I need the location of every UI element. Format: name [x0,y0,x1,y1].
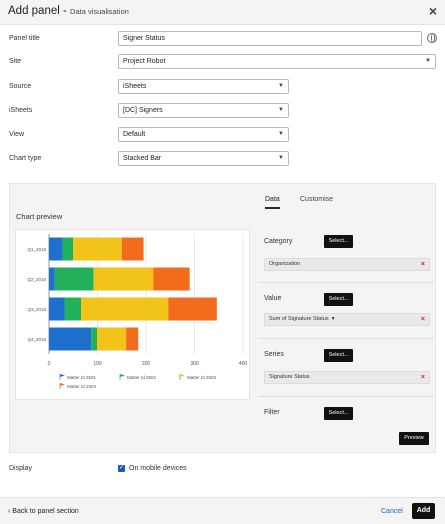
chevron-down-icon: ▼ [278,155,284,161]
bar-segment [54,267,94,291]
tab-data[interactable]: Data [265,196,280,209]
source-value: iSheets [123,83,147,90]
back-link[interactable]: ‹ Back to panel section [8,508,79,515]
bar-segment [91,327,98,351]
chevron-down-icon: ▼ [278,131,284,137]
close-icon[interactable]: × [429,4,437,18]
bar-segment [49,297,65,321]
series-chip: Signature Status × [264,371,430,384]
dialog-title-separator: - [59,5,71,17]
preview-button[interactable]: Preview [399,432,429,445]
chart-preview-title: Chart preview [16,212,63,221]
legend-label: Matter Id 2502 [127,375,157,380]
chart-container: 0 100 200 300 400 Q1_2016 Q2_2016 Q3_2016 Q4_201… [15,229,250,400]
view-label: View [9,131,25,138]
back-link-label: Back to panel section [12,508,79,515]
x-tick-label: 100 [93,361,102,367]
legend-label: Matter Id 2504 [67,384,97,389]
isheets-label: iSheets [9,107,33,114]
bar-segment [62,237,74,261]
globe-icon[interactable] [427,33,437,43]
panel-title-input[interactable]: Signer Status [118,31,422,46]
legend-flag-icon [60,374,65,377]
view-value: Default [123,131,146,138]
mobile-devices-checkbox[interactable]: ✓ [118,465,125,472]
remove-icon[interactable]: × [421,314,425,325]
y-tick-label: Q2_2016 [27,277,46,282]
panel-title-value: Signer Status [123,35,166,42]
display-label: Display [9,465,32,472]
bar-segment [49,267,55,291]
chart-type-label: Chart type [9,155,42,162]
cancel-button[interactable]: Cancel [381,508,403,515]
category-label: Category [264,238,293,245]
x-tick-label: 0 [48,361,51,367]
add-button[interactable]: Add [412,503,435,519]
chevron-down-icon: ▼ [425,58,431,64]
isheets-select[interactable]: [DC] Signers ▼ [118,103,289,118]
dialog-title-text: Add panel [8,5,60,17]
chart-type-select[interactable]: Stacked Bar ▼ [118,151,289,166]
bar-segment [168,297,217,321]
bar-segment [153,267,190,291]
chevron-down-icon: ▼ [278,83,284,89]
bar-segment [81,297,169,321]
y-tick-label: Q3_2016 [27,307,46,312]
site-label: Site [9,58,22,65]
stacked-bar-chart: 0 100 200 300 400 Q1_2016 Q2_2016 Q3_2016 Q4_201… [27,234,248,389]
chevron-down-icon: ▼ [278,107,284,113]
value-chip[interactable]: Sum of Signature Status ▼ × [264,313,430,326]
bar-segment [49,237,63,261]
tab-customise[interactable]: Customise [300,196,333,203]
x-tick-label: 200 [142,361,151,367]
dialog-subtitle: Data visualisation [70,7,129,16]
value-label: Value [264,295,282,302]
bar-segment [121,237,144,261]
legend-label: Matter Id 2501 [67,375,97,380]
chart-type-value: Stacked Bar [123,155,162,162]
remove-icon[interactable]: × [421,372,425,383]
chevron-down-icon: ▼ [330,316,336,322]
filter-select-button[interactable]: Select... [324,407,353,420]
bar-segment [126,327,139,351]
dialog-header: Add panel - Data visualisation × [0,0,445,25]
bar-segment [73,237,122,261]
category-select-button[interactable]: Select... [324,235,353,248]
series-label: Series [264,351,284,358]
panel-title-label: Panel title [9,35,40,42]
filter-label: Filter [264,409,280,416]
site-select[interactable]: Project Robot ▼ [118,54,436,69]
source-label: Source [9,83,32,90]
legend-flag-icon [60,383,65,386]
divider [258,338,434,339]
dialog-title: Add panel - Data visualisation [8,5,129,17]
legend-flag-icon [180,374,185,377]
site-value: Project Robot [123,58,166,65]
bar-segment [97,327,127,351]
legend-flag-icon [120,374,125,377]
value-chip-label: Sum of Signature Status [269,316,329,322]
bar-segment [49,327,92,351]
isheets-value: [DC] Signers [123,107,163,114]
view-select[interactable]: Default ▼ [118,127,289,142]
dialog-footer: ‹ Back to panel section Cancel Add [0,497,445,524]
bar-segment [93,267,154,291]
legend-label: Matter Id 2503 [187,375,217,380]
series-chip-label: Signature Status [269,374,310,380]
y-tick-label: Q4_2016 [27,337,46,342]
category-chip: Organization × [264,258,430,271]
mobile-devices-label: On mobile devices [129,465,187,472]
divider [258,396,434,397]
source-select[interactable]: iSheets ▼ [118,79,289,94]
category-chip-label: Organization [269,261,301,267]
remove-icon[interactable]: × [421,259,425,270]
series-select-button[interactable]: Select... [324,349,353,362]
x-tick-label: 300 [190,361,199,367]
divider [258,282,434,283]
x-tick-label: 400 [239,361,248,367]
bar-segment [64,297,82,321]
value-select-button[interactable]: Select... [324,293,353,306]
y-tick-label: Q1_2016 [27,247,46,252]
